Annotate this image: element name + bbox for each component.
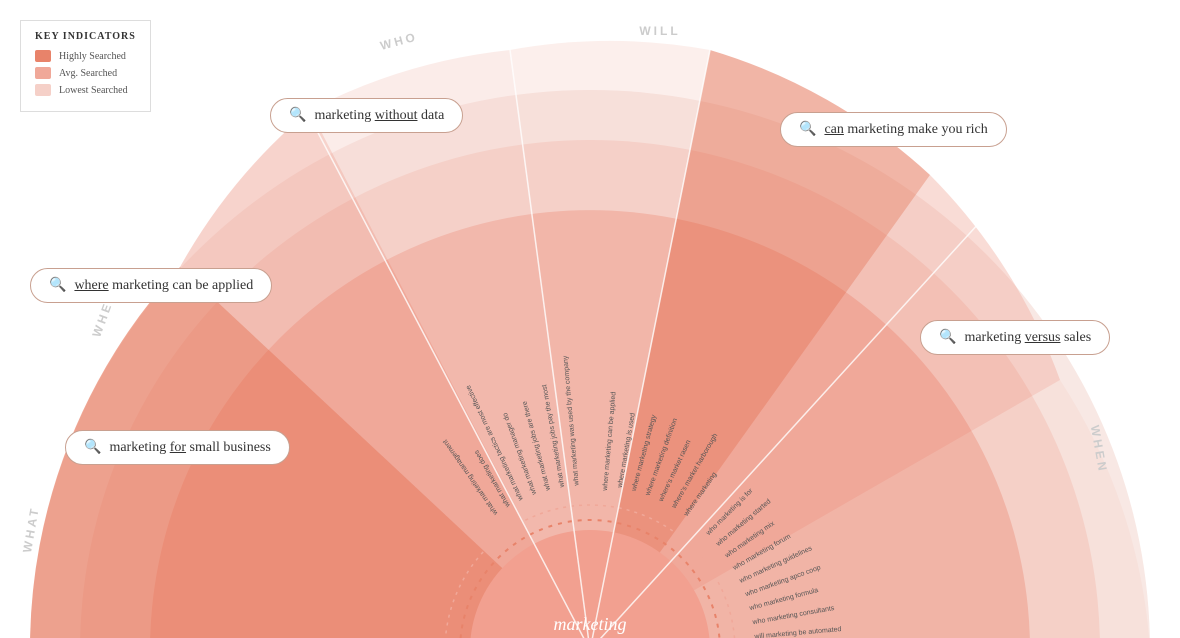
pill-for-suffix: small business bbox=[186, 440, 271, 455]
search-icon-can: 🔍 bbox=[799, 121, 816, 138]
pill-where-keyword: where bbox=[74, 278, 108, 293]
pill-without-text: marketing without data bbox=[314, 108, 444, 124]
search-icon-without: 🔍 bbox=[289, 107, 306, 124]
pill-for-text: marketing for small business bbox=[109, 440, 270, 456]
axis-who: WHO bbox=[379, 29, 420, 52]
pill-can-text: can marketing make you rich bbox=[824, 122, 987, 138]
pill-where-text: where marketing can be applied bbox=[74, 278, 253, 294]
search-icon-where: 🔍 bbox=[49, 277, 66, 294]
center-label: marketing bbox=[554, 614, 627, 634]
search-icon-versus: 🔍 bbox=[939, 329, 956, 346]
axis-will: WILL bbox=[639, 24, 680, 38]
pill-without[interactable]: 🔍 marketing without data bbox=[270, 98, 463, 133]
pill-without-prefix: marketing bbox=[314, 108, 374, 123]
pill-versus-suffix: sales bbox=[1060, 330, 1091, 345]
axis-what: WHAT bbox=[20, 505, 42, 554]
pill-for[interactable]: 🔍 marketing for small business bbox=[65, 430, 290, 465]
pill-versus[interactable]: 🔍 marketing versus sales bbox=[920, 320, 1110, 355]
pill-versus-keyword: versus bbox=[1025, 330, 1061, 345]
pill-for-prefix: marketing bbox=[109, 440, 169, 455]
pill-without-suffix: data bbox=[417, 108, 444, 123]
pill-can-suffix: marketing make you rich bbox=[844, 122, 988, 137]
pill-can[interactable]: 🔍 can marketing make you rich bbox=[780, 112, 1007, 147]
search-icon-for: 🔍 bbox=[84, 439, 101, 456]
pill-where-suffix: marketing can be applied bbox=[109, 278, 254, 293]
pill-where[interactable]: 🔍 where marketing can be applied bbox=[30, 268, 272, 303]
pill-for-keyword: for bbox=[170, 440, 186, 455]
pill-can-keyword: can bbox=[824, 122, 843, 137]
main-visualization: marketing WHERE WHO WILL CAN WHEN WHAT w… bbox=[0, 0, 1180, 638]
pill-versus-prefix: marketing bbox=[964, 330, 1024, 345]
pill-versus-text: marketing versus sales bbox=[964, 330, 1091, 346]
pill-without-keyword: without bbox=[375, 108, 418, 123]
